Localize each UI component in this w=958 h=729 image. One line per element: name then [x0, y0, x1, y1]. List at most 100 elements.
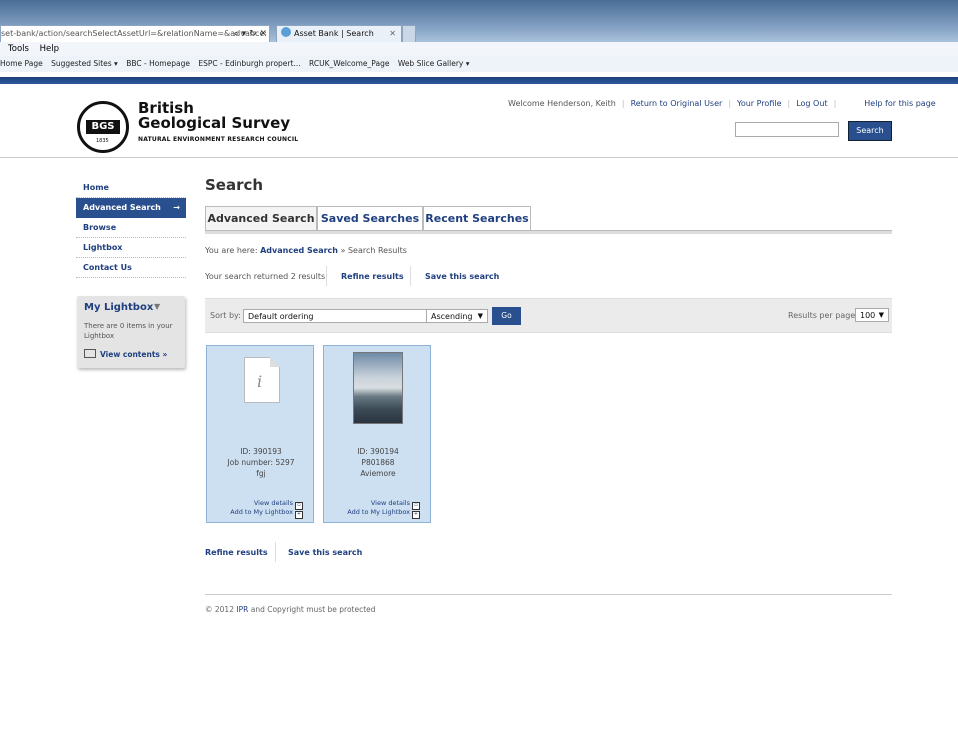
sort-direction-value: Ascending: [431, 312, 473, 321]
sort-bar: Sort by: Default ordering▼ Ascending▼ Go…: [205, 298, 892, 333]
fav-bbc[interactable]: BBC - Homepage: [126, 59, 190, 68]
address-text: set-bank/action/searchSelectAssetUrl=&re…: [1, 29, 267, 38]
left-nav: Home Advanced Search → Browse Lightbox C…: [76, 178, 186, 278]
result-line2: Job number: 5297: [227, 458, 295, 467]
view-details-label: View details: [253, 499, 293, 507]
footer-suffix: and Copyright must be protected: [250, 605, 376, 614]
crumb-prefix: You are here:: [205, 246, 258, 255]
folder-icon: [84, 349, 96, 358]
sort-ordering-value: Default ordering: [248, 312, 314, 321]
result-id: ID: 390194: [357, 447, 399, 456]
fav-rcuk[interactable]: RCUK_Welcome_Page: [309, 59, 389, 68]
tab-recent-searches[interactable]: Recent Searches: [423, 206, 531, 231]
result-card[interactable]: i ID: 390193 Job number: 5297 fgj View d…: [206, 345, 314, 523]
menu-help[interactable]: Help: [40, 44, 59, 54]
save-search-link[interactable]: Save this search: [425, 272, 499, 281]
view-contents-label: View contents »: [100, 350, 168, 359]
breadcrumb: You are here: Advanced Search » Search R…: [205, 246, 407, 255]
result-meta: ID: 390193 Job number: 5297 fgj: [207, 446, 315, 479]
arrow-right-icon: →: [173, 203, 180, 212]
header-divider: [0, 157, 958, 158]
results-per-page-value: 100: [860, 311, 876, 320]
plus-icon: +: [412, 511, 420, 519]
logo-year: 1835: [96, 138, 109, 144]
tab-saved-searches[interactable]: Saved Searches: [317, 206, 423, 231]
sort-direction-select[interactable]: Ascending ▼: [426, 309, 488, 323]
result-id: ID: 390193: [240, 447, 282, 456]
result-meta: ID: 390194 P801868 Aviemore: [324, 446, 432, 479]
add-to-lightbox-label: Add to My Lightbox: [230, 508, 293, 516]
result-card[interactable]: ID: 390194 P801868 Aviemore View details…: [323, 345, 431, 523]
result-line3: Aviemore: [360, 469, 396, 478]
favorites-bar: Home Page Suggested Sites ▾ BBC - Homepa…: [0, 56, 958, 72]
chevron-down-icon: ▼: [878, 311, 884, 319]
new-tab-button[interactable]: [402, 25, 416, 42]
add-to-lightbox-label: Add to My Lightbox: [347, 508, 410, 516]
sort-label: Sort by:: [210, 311, 241, 320]
logo-line3: NATURAL ENVIRONMENT RESEARCH COUNCIL: [138, 136, 299, 143]
photo-thumbnail[interactable]: [353, 352, 403, 424]
add-to-lightbox-link[interactable]: Add to My Lightbox +: [230, 508, 303, 519]
search-input[interactable]: [735, 122, 839, 137]
sort-ordering-select[interactable]: Default ordering▼: [243, 309, 453, 323]
logo-badge: BGS: [86, 120, 120, 134]
result-line2: P801868: [361, 458, 395, 467]
result-line3: fgj: [256, 469, 266, 478]
result-summary-bar: Your search returned 2 results Refine re…: [205, 266, 499, 286]
nav-lightbox[interactable]: Lightbox: [76, 238, 186, 258]
menu-tools[interactable]: Tools: [8, 44, 29, 54]
crumb-suffix: » Search Results: [340, 246, 407, 255]
divider: [326, 266, 327, 286]
divider: [410, 266, 411, 286]
footer: © 2012 IPR and Copyright must be protect…: [205, 605, 376, 614]
site-top-bar: [0, 77, 958, 84]
browser-tab-active[interactable]: Asset Bank | Search Results ✕: [276, 25, 402, 54]
view-contents-link[interactable]: View contents »: [84, 349, 167, 359]
logo-line2: Geological Survey: [138, 114, 291, 132]
fav-home[interactable]: Home Page: [0, 59, 43, 68]
plus-icon: +: [295, 511, 303, 519]
go-button[interactable]: Go: [492, 307, 521, 325]
search-button[interactable]: Search: [848, 121, 892, 141]
document-placeholder-icon[interactable]: i: [244, 357, 280, 403]
view-details-label: View details: [370, 499, 410, 507]
nav-home[interactable]: Home: [76, 178, 186, 198]
chevron-down-icon: ▼: [477, 312, 483, 320]
nav-browse[interactable]: Browse: [76, 218, 186, 238]
lightbox-dropdown-icon[interactable]: ▼: [154, 302, 160, 311]
my-lightbox-panel: My Lightbox ▼ There are 0 items in your …: [77, 296, 185, 368]
tab-close-icon[interactable]: ✕: [389, 26, 396, 42]
fav-espc[interactable]: ESPC - Edinburgh propert...: [198, 59, 300, 68]
address-controls[interactable]: ⌕ ▾ ↻ ✕: [234, 26, 267, 42]
return-user-link[interactable]: Return to Original User: [631, 99, 723, 108]
bottom-actions: Refine results Save this search: [205, 542, 362, 562]
lightbox-text: There are 0 items in your Lightbox: [84, 322, 173, 340]
add-to-lightbox-link[interactable]: Add to My Lightbox +: [347, 508, 420, 519]
top-links: Welcome Henderson, Keith | Return to Origi…: [508, 99, 936, 108]
log-out-link[interactable]: Log Out: [796, 99, 827, 108]
page-title: Search: [205, 176, 264, 194]
save-search-link-bottom[interactable]: Save this search: [288, 548, 362, 557]
your-profile-link[interactable]: Your Profile: [737, 99, 782, 108]
ie-icon: [281, 27, 291, 37]
nav-contact-us[interactable]: Contact Us: [76, 258, 186, 278]
lightbox-title: My Lightbox: [84, 302, 154, 313]
results-per-page-label: Results per page:: [788, 311, 858, 320]
bgs-logo[interactable]: BGS 1835: [77, 101, 129, 153]
divider: [275, 542, 276, 562]
fav-suggested[interactable]: Suggested Sites ▾: [51, 59, 118, 68]
menu-bar: Tools Help: [0, 42, 958, 56]
tab-underline: [205, 230, 892, 234]
refine-results-link-bottom[interactable]: Refine results: [205, 548, 268, 557]
address-bar[interactable]: set-bank/action/searchSelectAssetUrl=&re…: [0, 25, 270, 43]
ipr-link[interactable]: IPR: [236, 605, 248, 614]
results-per-page-select[interactable]: 100 ▼: [855, 308, 889, 322]
nav-advanced-search[interactable]: Advanced Search →: [76, 198, 186, 218]
fav-webslice[interactable]: Web Slice Gallery ▾: [398, 59, 470, 68]
tab-advanced-search[interactable]: Advanced Search: [205, 206, 317, 231]
refine-results-link[interactable]: Refine results: [341, 272, 404, 281]
help-link[interactable]: Help for this page: [864, 99, 935, 108]
footer-prefix: © 2012: [205, 605, 234, 614]
welcome-text: Welcome Henderson, Keith: [508, 99, 616, 108]
crumb-advanced-search-link[interactable]: Advanced Search: [260, 246, 338, 255]
